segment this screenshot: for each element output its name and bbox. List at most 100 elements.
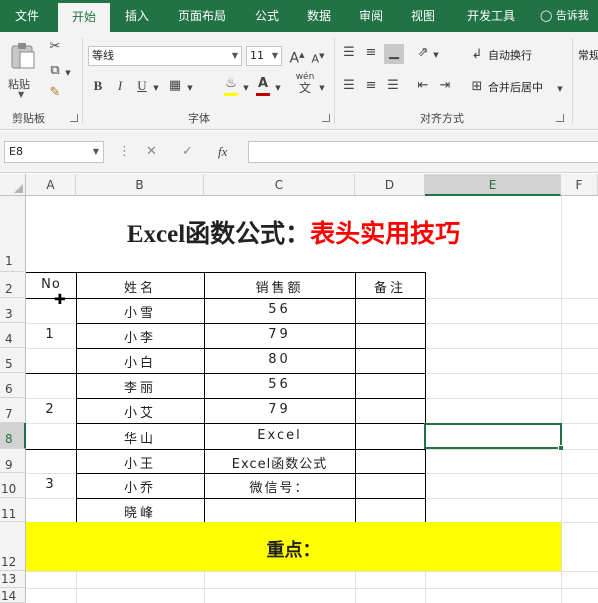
column-header-f[interactable]: F: [561, 174, 598, 196]
underline-button[interactable]: U: [134, 77, 150, 95]
column-header-b[interactable]: B: [76, 174, 204, 196]
row-header-12[interactable]: 12: [0, 522, 26, 571]
group-number-cell[interactable]: 3: [26, 477, 76, 492]
tab-data[interactable]: 数据: [296, 0, 342, 32]
tab-review[interactable]: 审阅: [348, 0, 394, 32]
phonetic-guide-icon[interactable]: wén 文: [294, 72, 316, 96]
cancel-icon[interactable]: ✕: [146, 141, 157, 163]
sales-cell[interactable]: 56: [204, 377, 355, 392]
tab-page-layout[interactable]: 页面布局: [166, 0, 238, 32]
name-cell[interactable]: 小乔: [76, 477, 204, 496]
merge-center-button[interactable]: 合并后居中: [488, 79, 543, 97]
cut-icon[interactable]: ✂: [46, 38, 64, 56]
wrap-text-button[interactable]: 自动换行: [488, 47, 532, 65]
copy-icon[interactable]: ⧉: [46, 62, 64, 80]
header-name[interactable]: 姓名: [76, 277, 204, 296]
chevron-down-icon[interactable]: ▼: [242, 79, 250, 97]
enter-icon[interactable]: ✓: [182, 141, 193, 163]
fill-color-icon[interactable]: ♨: [222, 75, 240, 96]
row-header-14[interactable]: 14: [0, 588, 26, 603]
chevron-down-icon[interactable]: ▼: [64, 64, 72, 82]
column-header-c[interactable]: C: [204, 174, 355, 196]
group-number-cell[interactable]: 2: [26, 402, 76, 417]
sales-cell[interactable]: Excel: [204, 428, 355, 443]
row-header-2[interactable]: 2: [0, 272, 26, 298]
sales-cell[interactable]: 80: [204, 352, 355, 367]
tab-insert[interactable]: 插入: [114, 0, 160, 32]
chevron-down-icon[interactable]: ▼: [556, 80, 564, 98]
chevron-down-icon[interactable]: ▼: [274, 79, 282, 97]
name-cell[interactable]: 华山: [76, 428, 204, 447]
align-left-icon[interactable]: ☰: [340, 77, 358, 95]
align-right-icon[interactable]: ☰: [384, 77, 402, 95]
font-name-combo[interactable]: 等线 ▼: [88, 46, 242, 66]
grow-font-icon[interactable]: A▲: [288, 46, 306, 68]
column-header-e[interactable]: E: [425, 174, 561, 196]
name-cell[interactable]: 小王: [76, 453, 204, 472]
header-sales[interactable]: 销售额: [204, 277, 355, 296]
orientation-icon[interactable]: ⇗: [414, 44, 432, 62]
borders-icon[interactable]: ▦: [166, 77, 184, 95]
bold-button[interactable]: B: [90, 77, 106, 95]
header-note[interactable]: 备注: [355, 277, 425, 296]
align-middle-icon[interactable]: ≡: [362, 44, 380, 62]
column-header-d[interactable]: D: [355, 174, 425, 196]
tab-view[interactable]: 视图: [400, 0, 446, 32]
sales-cell[interactable]: 79: [204, 402, 355, 417]
row-header-8[interactable]: 8: [0, 423, 26, 449]
italic-button[interactable]: I: [112, 77, 128, 95]
row-header-7[interactable]: 7: [0, 398, 26, 423]
row-header-4[interactable]: 4: [0, 323, 26, 348]
active-cell-selection[interactable]: [424, 423, 562, 449]
font-launcher-icon[interactable]: [322, 114, 330, 122]
name-cell[interactable]: 小雪: [76, 302, 204, 321]
decrease-indent-icon[interactable]: ⇤: [414, 77, 432, 95]
formula-input[interactable]: [248, 141, 598, 163]
sales-cell[interactable]: 56: [204, 302, 355, 317]
sales-cell[interactable]: 79: [204, 327, 355, 342]
tab-formulas[interactable]: 公式: [244, 0, 290, 32]
name-box[interactable]: E8 ▼: [4, 141, 104, 163]
merge-center-icon[interactable]: ⊞: [468, 78, 486, 96]
font-size-combo[interactable]: 11 ▼: [246, 46, 282, 66]
tab-file[interactable]: 文件: [0, 0, 54, 32]
clipboard-launcher-icon[interactable]: [70, 114, 78, 122]
tab-developer[interactable]: 开发工具: [454, 0, 528, 32]
font-color-icon[interactable]: A: [254, 75, 272, 96]
alignment-launcher-icon[interactable]: [556, 114, 564, 122]
fill-handle[interactable]: [558, 445, 564, 451]
tab-home[interactable]: 开始: [58, 3, 110, 32]
row-header-5[interactable]: 5: [0, 348, 26, 373]
row-header-1[interactable]: 1: [0, 196, 26, 272]
row-header-10[interactable]: 10: [0, 473, 26, 498]
group-number-cell[interactable]: 1: [26, 327, 76, 342]
insert-function-icon[interactable]: fx: [218, 141, 227, 163]
name-cell[interactable]: 小艾: [76, 402, 204, 421]
header-no[interactable]: No: [26, 277, 76, 292]
name-cell[interactable]: 小白: [76, 352, 204, 371]
number-format-combo[interactable]: 常规: [578, 47, 598, 65]
format-painter-icon[interactable]: ✎: [46, 84, 64, 102]
name-cell[interactable]: 李丽: [76, 377, 204, 396]
row-header-13[interactable]: 13: [0, 571, 26, 588]
column-header-a[interactable]: A: [26, 174, 76, 196]
worksheet-grid[interactable]: A B C D E F 1 2 3 4 5 6 7 8 9 10 11 12 1…: [0, 174, 598, 603]
paste-button[interactable]: 粘贴 ▼: [6, 38, 40, 99]
sales-cell[interactable]: 微信号：: [204, 477, 355, 496]
align-bottom-icon[interactable]: ▁: [384, 44, 404, 64]
sales-cell[interactable]: Excel函数公式: [204, 453, 355, 472]
row-header-3[interactable]: 3: [0, 298, 26, 323]
chevron-down-icon[interactable]: ▼: [318, 79, 326, 97]
align-top-icon[interactable]: ☰: [340, 44, 358, 62]
tell-me-box[interactable]: ◯ 告诉我: [540, 0, 589, 32]
chevron-down-icon[interactable]: ▼: [186, 79, 194, 97]
name-cell[interactable]: 小李: [76, 327, 204, 346]
name-cell[interactable]: 晓峰: [76, 502, 204, 521]
row-header-11[interactable]: 11: [0, 498, 26, 522]
shrink-font-icon[interactable]: A▼: [310, 47, 326, 69]
row-header-9[interactable]: 9: [0, 449, 26, 473]
select-all-button[interactable]: [0, 174, 26, 196]
chevron-down-icon[interactable]: ▼: [432, 46, 440, 64]
increase-indent-icon[interactable]: ⇥: [436, 77, 454, 95]
align-center-icon[interactable]: ≡: [362, 77, 380, 95]
